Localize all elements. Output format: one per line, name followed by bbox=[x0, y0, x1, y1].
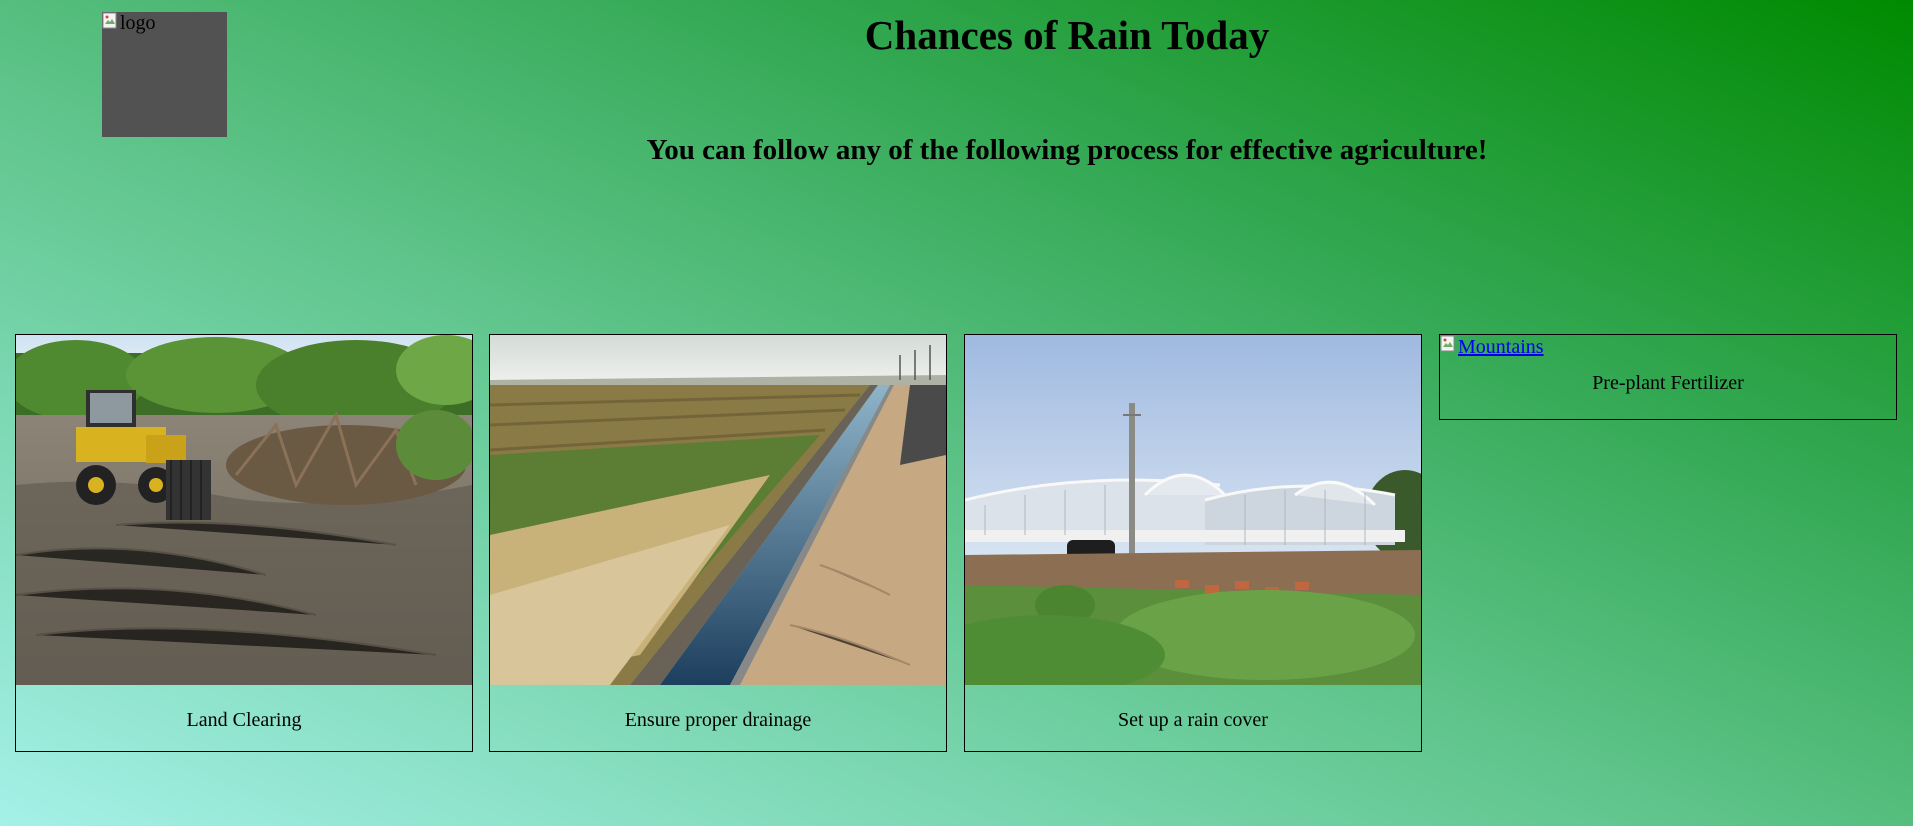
card-pre-plant-fertilizer: Mountains Pre-plant Fertilizer bbox=[1439, 334, 1897, 420]
logo-alt-text: logo bbox=[120, 12, 156, 34]
card-drainage: Ensure proper drainage bbox=[489, 334, 947, 752]
card-land-clearing: Land Clearing bbox=[15, 334, 473, 752]
mountains-image-link[interactable]: Mountains bbox=[1440, 335, 1896, 359]
land-clearing-photo bbox=[16, 335, 472, 685]
card-rain-cover: Set up a rain cover bbox=[964, 334, 1422, 752]
page-title: Chances of Rain Today bbox=[864, 12, 1270, 58]
card-caption: Ensure proper drainage bbox=[624, 709, 812, 731]
card-caption: Pre-plant Fertilizer bbox=[1592, 372, 1744, 394]
broken-image-icon bbox=[1440, 335, 1458, 355]
logo: logo bbox=[102, 12, 227, 137]
page-subtitle: You can follow any of the following proc… bbox=[646, 134, 1488, 166]
rain-cover-photo bbox=[965, 335, 1421, 685]
mountains-link-text[interactable]: Mountains bbox=[1458, 335, 1544, 359]
drainage-photo bbox=[490, 335, 946, 685]
card-caption: Land Clearing bbox=[186, 709, 302, 731]
broken-image-icon bbox=[102, 12, 120, 32]
card-caption: Set up a rain cover bbox=[1118, 709, 1268, 731]
logo-alt-text-wrapper: logo bbox=[102, 12, 156, 34]
